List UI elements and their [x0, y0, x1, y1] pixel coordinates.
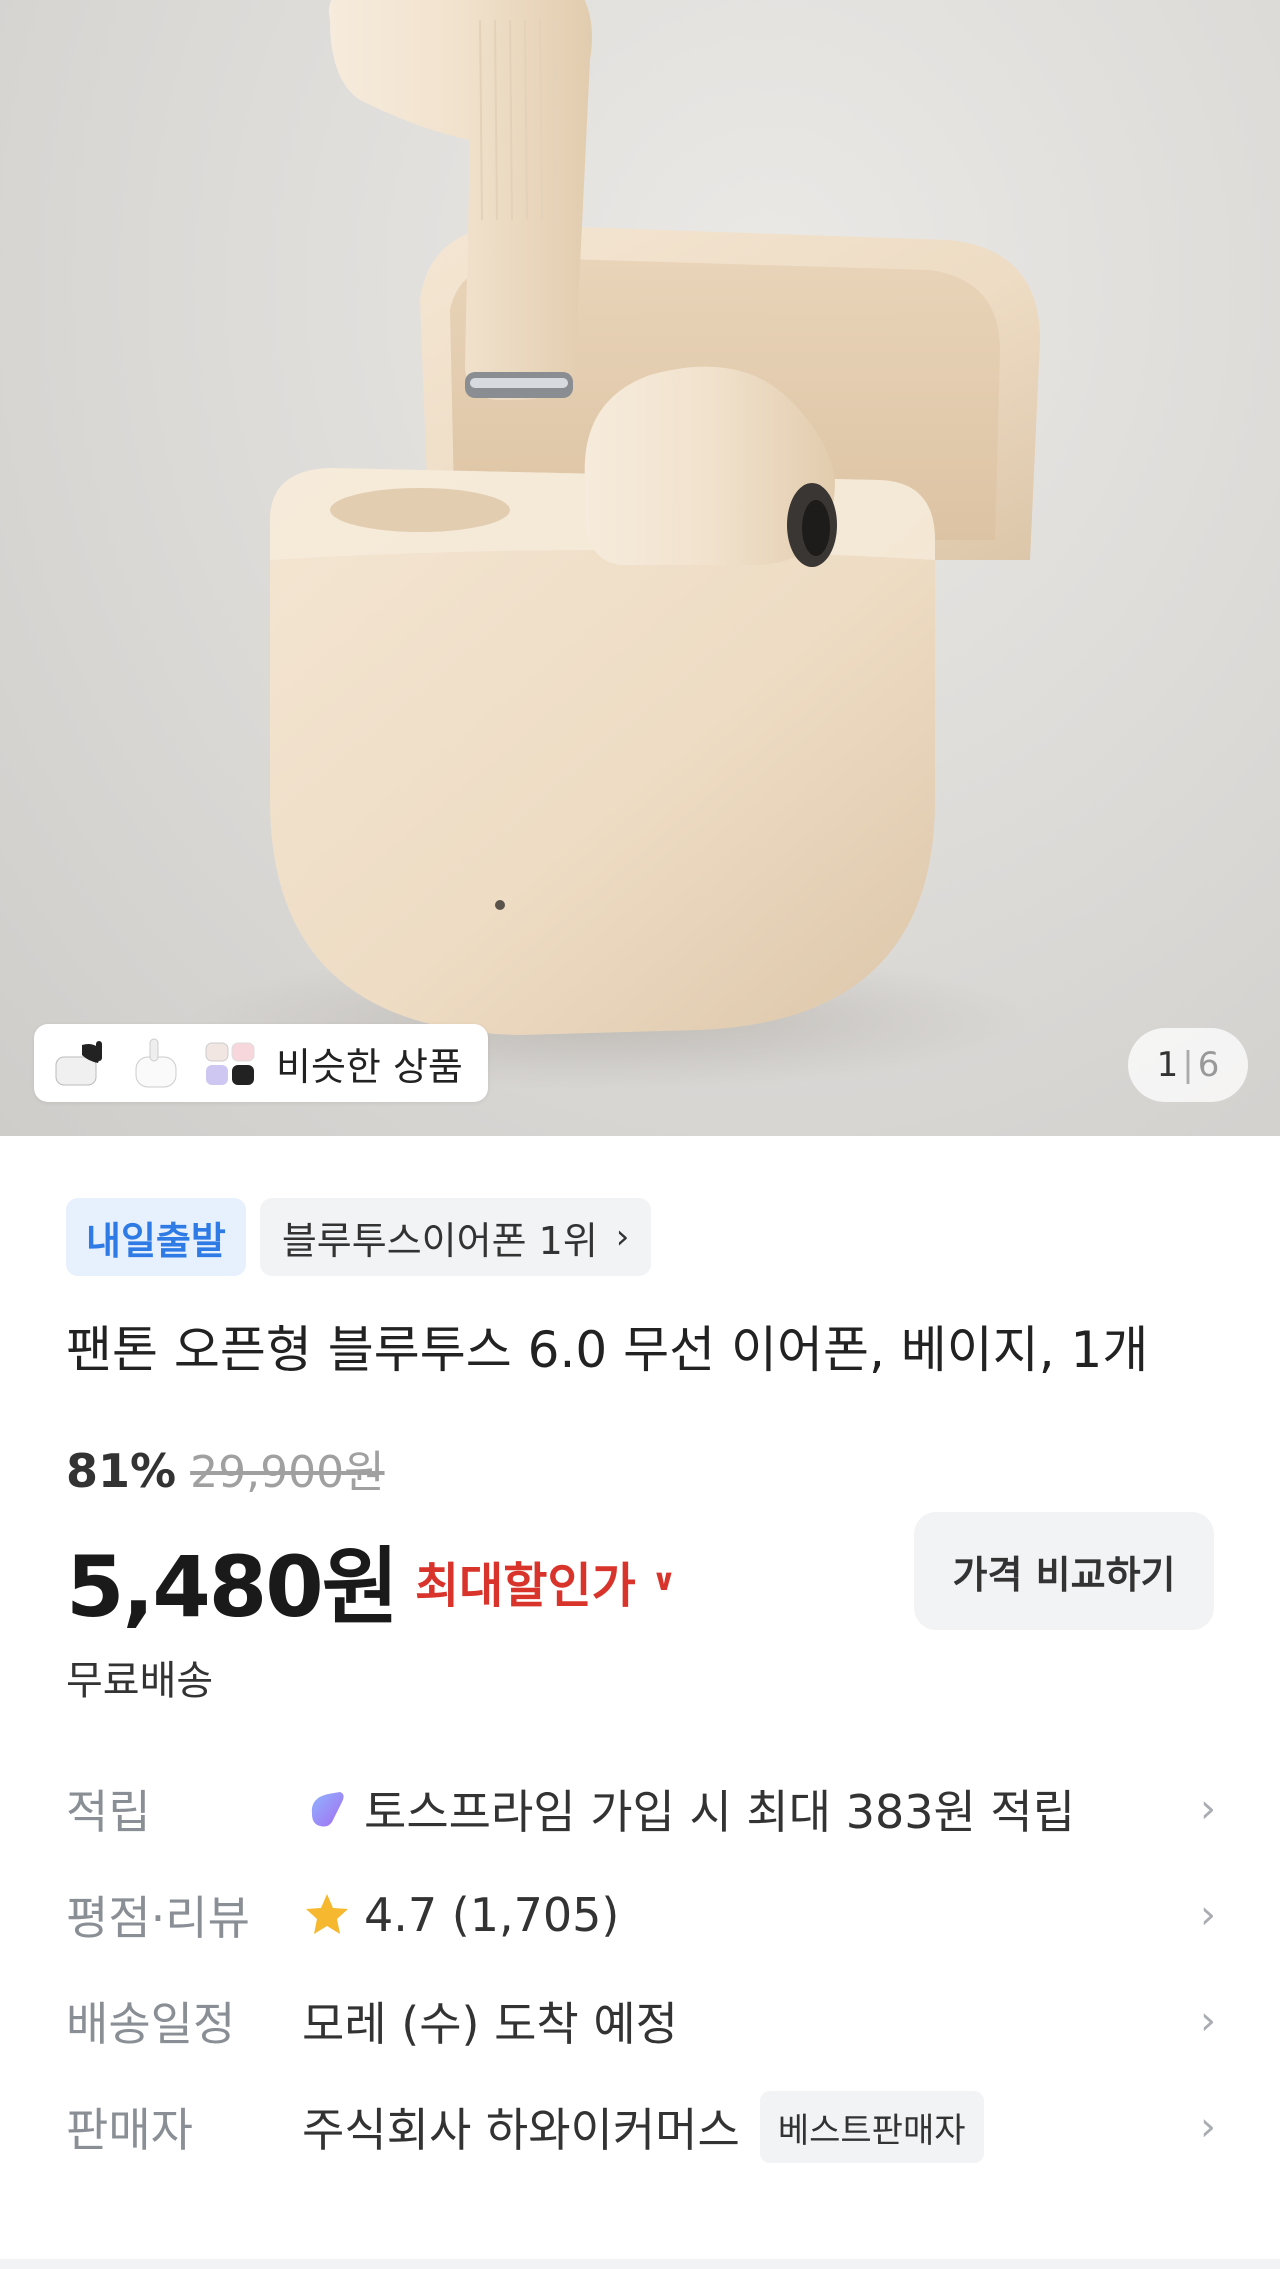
info-row-rating[interactable]: 평점·리뷰 4.7 (1,705) › — [66, 1872, 1216, 1958]
info-row-value: 4.7 (1,705) — [302, 1888, 1176, 1942]
page-total: 6 — [1197, 1045, 1220, 1085]
compare-price-button[interactable]: 가격 비교하기 — [914, 1512, 1214, 1630]
info-row-label: 평점·리뷰 — [66, 1891, 250, 1945]
info-row-seller[interactable]: 판매자 주식회사 하와이커머스 베스트판매자 › — [66, 2084, 1216, 2170]
chevron-right-icon: › — [615, 1217, 630, 1257]
chevron-down-icon: ∨ — [651, 1563, 677, 1598]
star-icon — [302, 1890, 352, 1940]
page-current: 1 — [1156, 1045, 1179, 1085]
similar-products-label: 비슷한 상품 — [276, 1044, 463, 1089]
seller-name: 주식회사 하와이커머스 — [302, 2103, 740, 2157]
product-badges: 내일출발 블루투스이어폰 1위 › — [66, 1198, 652, 1276]
chevron-right-icon: › — [1200, 2104, 1216, 2150]
info-row-label: 판매자 — [66, 2103, 193, 2157]
ranking-badge[interactable]: 블루투스이어폰 1위 › — [259, 1198, 652, 1276]
product-image-gallery[interactable]: 비슷한 상품 1 | 6 — [0, 0, 1280, 1136]
best-seller-badge: 베스트판매자 — [759, 2091, 984, 2163]
rating-text: 4.7 (1,705) — [364, 1888, 620, 1942]
image-page-counter: 1 | 6 — [1128, 1028, 1248, 1102]
toss-prime-icon — [302, 1784, 352, 1834]
similar-products-button[interactable]: 비슷한 상품 — [34, 1024, 488, 1102]
chevron-right-icon: › — [1200, 1786, 1216, 1832]
similar-thumb-3 — [198, 1033, 262, 1093]
similar-thumb-1 — [50, 1033, 114, 1093]
chevron-right-icon: › — [1200, 1998, 1216, 2044]
ranking-badge-label: 블루투스이어폰 1위 — [281, 1218, 598, 1263]
info-row-value: 토스프라임 가입 시 최대 383원 적립 — [302, 1776, 1176, 1842]
sale-price: 5,480원 — [66, 1538, 399, 1636]
chevron-right-icon: › — [1200, 1892, 1216, 1938]
info-row-value: 주식회사 하와이커머스 베스트판매자 — [302, 2091, 1176, 2163]
original-price: 29,900원 — [190, 1447, 385, 1498]
price-row: 5,480원 최대할인가 ∨ — [66, 1520, 676, 1641]
discount-rate: 81% — [66, 1444, 177, 1498]
discount-row: 81% 29,900원 — [66, 1436, 385, 1500]
points-text: 토스프라임 가입 시 최대 383원 적립 — [364, 1785, 1076, 1839]
page-separator: | — [1182, 1045, 1194, 1085]
delivery-schedule-text: 모레 (수) 도착 예정 — [302, 1997, 678, 2051]
similar-thumb-2 — [124, 1033, 188, 1093]
max-discount-toggle[interactable]: 최대할인가 ∨ — [415, 1546, 676, 1616]
info-row-points[interactable]: 적립 토스프라임 가입 시 최대 383원 적립 › — [66, 1766, 1216, 1852]
max-discount-label: 최대할인가 — [414, 1557, 636, 1614]
info-row-label: 적립 — [66, 1785, 151, 1839]
shipping-info: 무료배송 — [66, 1658, 214, 1704]
product-photo — [190, 0, 1040, 1090]
product-title: 팬톤 오픈형 블루투스 6.0 무선 이어폰, 베이지, 1개 — [66, 1321, 1149, 1379]
info-row-label: 배송일정 — [66, 1997, 236, 2051]
delivery-badge: 내일출발 — [66, 1198, 246, 1276]
section-divider — [0, 2259, 1280, 2269]
info-row-delivery[interactable]: 배송일정 모레 (수) 도착 예정 › — [66, 1978, 1216, 2064]
